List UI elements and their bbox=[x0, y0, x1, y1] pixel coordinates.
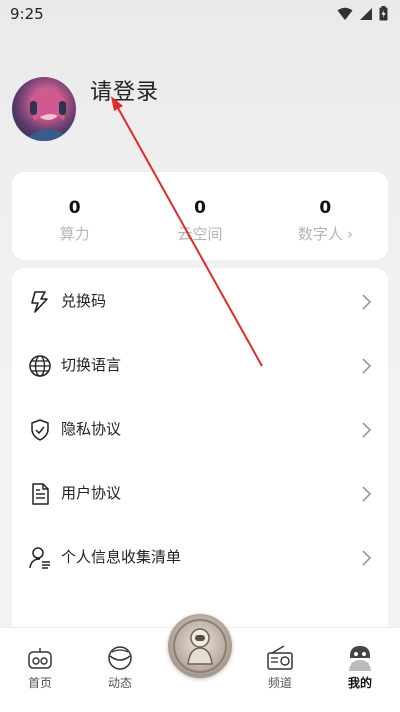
shield-check-icon bbox=[31, 419, 49, 441]
nav-label: 我的 bbox=[347, 676, 372, 690]
chevron-right-icon bbox=[362, 486, 372, 502]
document-icon bbox=[32, 483, 49, 505]
chevron-right-icon: › bbox=[346, 225, 353, 243]
planet-icon bbox=[108, 646, 132, 670]
nav-moments[interactable]: 动态 bbox=[88, 628, 152, 712]
stat-value: 0 bbox=[194, 198, 206, 218]
chevron-right-icon bbox=[362, 358, 372, 374]
chevron-right-icon bbox=[362, 550, 372, 566]
profile-icon bbox=[349, 646, 371, 671]
stat-value: 0 bbox=[319, 198, 332, 218]
stat-cloud-space[interactable]: 0 云空间 bbox=[137, 172, 262, 260]
chevron-right-icon bbox=[362, 422, 372, 438]
astronaut-icon bbox=[173, 619, 227, 673]
globe-icon bbox=[29, 355, 51, 377]
center-ai-button[interactable] bbox=[168, 614, 232, 678]
stat-label: 算力 bbox=[59, 225, 90, 243]
menu-item-user-agreement[interactable]: 用户协议 bbox=[12, 462, 388, 526]
battery-icon bbox=[379, 6, 388, 21]
home-icon bbox=[28, 648, 52, 669]
nav-channel[interactable]: 频道 bbox=[248, 628, 312, 712]
stat-label: 数字人 bbox=[297, 225, 343, 243]
menu-item-privacy-policy[interactable]: 隐私协议 bbox=[12, 398, 388, 462]
menu-label: 兑换码 bbox=[61, 292, 107, 310]
avatar[interactable] bbox=[12, 77, 76, 141]
user-list-icon bbox=[29, 547, 50, 569]
stat-digital-human[interactable]: 0 数字人 › bbox=[263, 172, 388, 260]
chevron-right-icon bbox=[362, 294, 372, 310]
stats-card: 0 算力 0 云空间 0 数字人 › bbox=[12, 172, 388, 260]
settings-menu: 兑换码 切换语言 隐私协议 用户协议 个人信息收集清单 bbox=[12, 268, 388, 648]
login-prompt[interactable]: 请登录 bbox=[90, 74, 159, 106]
radio-icon bbox=[267, 645, 293, 670]
status-icons bbox=[337, 6, 388, 21]
menu-item-redeem-code[interactable]: 兑换码 bbox=[12, 270, 388, 334]
stat-compute[interactable]: 0 算力 bbox=[12, 172, 137, 260]
menu-label: 切换语言 bbox=[61, 356, 122, 374]
menu-item-personal-info-list[interactable]: 个人信息收集清单 bbox=[12, 526, 388, 590]
status-bar: 9:25 bbox=[0, 0, 400, 28]
menu-label: 用户协议 bbox=[61, 484, 122, 502]
nav-label: 动态 bbox=[107, 676, 132, 690]
stat-value: 0 bbox=[68, 198, 81, 218]
nav-label: 首页 bbox=[27, 676, 52, 690]
nav-home[interactable]: 首页 bbox=[8, 628, 72, 712]
nav-label: 频道 bbox=[267, 676, 292, 690]
stat-label: 云空间 bbox=[177, 225, 223, 243]
lightning-icon bbox=[31, 291, 48, 313]
menu-label: 隐私协议 bbox=[61, 420, 122, 438]
wifi-icon bbox=[337, 7, 353, 20]
avatar-illustration bbox=[24, 89, 72, 141]
menu-label: 个人信息收集清单 bbox=[61, 548, 182, 566]
nav-mine[interactable]: 我的 bbox=[328, 628, 392, 712]
stat-label-row: 数字人 › bbox=[263, 223, 388, 244]
signal-icon bbox=[360, 7, 372, 20]
status-time: 9:25 bbox=[10, 5, 44, 23]
menu-item-switch-language[interactable]: 切换语言 bbox=[12, 334, 388, 398]
